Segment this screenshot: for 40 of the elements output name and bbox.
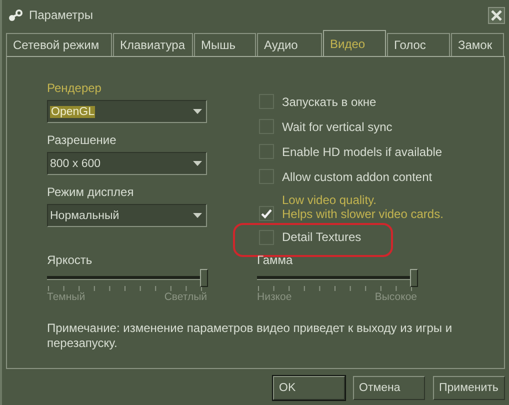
checkbox-label: Low video quality. Helps with slower video cards.	[282, 193, 444, 221]
tab[interactable]: Клавиатура	[113, 33, 193, 56]
tab[interactable]: Сетевой режим	[6, 33, 112, 56]
slider-label: Яркость	[47, 253, 94, 268]
checkbox-label: Запускать в окне	[282, 94, 376, 108]
dropdown[interactable]: Нормальный	[47, 204, 207, 227]
dialog-button[interactable]: Отмена	[353, 376, 425, 400]
slider-max-label: Светлый	[164, 291, 207, 303]
slider-min-label: Низкое	[257, 291, 292, 303]
checkbox-label: Wait for vertical sync	[282, 120, 392, 134]
tab[interactable]: Видео	[323, 30, 386, 56]
tab[interactable]: Аудио	[257, 33, 322, 56]
dropdown-arrow-icon	[193, 161, 202, 166]
dialog-button[interactable]: OK	[273, 376, 345, 400]
slider-track[interactable]	[257, 268, 417, 286]
slider-label: Гамма	[257, 253, 294, 268]
slider-max-label: Высокое	[374, 291, 417, 303]
note-text: Примечание: изменение параметров видео приведет к выходу из игры и перезапуску.	[47, 321, 454, 351]
checkbox-label: Detail Textures	[282, 230, 362, 244]
steam-icon	[8, 8, 24, 22]
slider-min-label: Темный	[47, 291, 86, 303]
checkbox-label: Enable HD models if available	[282, 144, 442, 158]
tab[interactable]: Голос	[387, 33, 450, 56]
field-label: Разрешение	[47, 133, 118, 148]
slider-track[interactable]	[47, 268, 207, 286]
dialog-button[interactable]: Применить	[433, 376, 505, 400]
close-button[interactable]	[488, 6, 505, 24]
dropdown[interactable]: OpenGL	[47, 100, 207, 123]
slider-thumb[interactable]	[200, 269, 208, 287]
field-label: Рендерер	[47, 81, 102, 96]
checkbox[interactable]	[259, 206, 274, 221]
checkbox-label: Allow custom addon content	[282, 170, 432, 184]
window-title: Параметры	[29, 8, 94, 22]
tab[interactable]: Замок	[451, 33, 504, 56]
field-label: Режим дисплея	[47, 185, 135, 200]
dropdown-arrow-icon	[193, 213, 202, 218]
slider-thumb[interactable]	[410, 269, 418, 287]
dropdown[interactable]: 800 x 600	[47, 152, 207, 175]
tab[interactable]: Мышь	[194, 33, 256, 56]
dropdown-arrow-icon	[193, 109, 202, 114]
